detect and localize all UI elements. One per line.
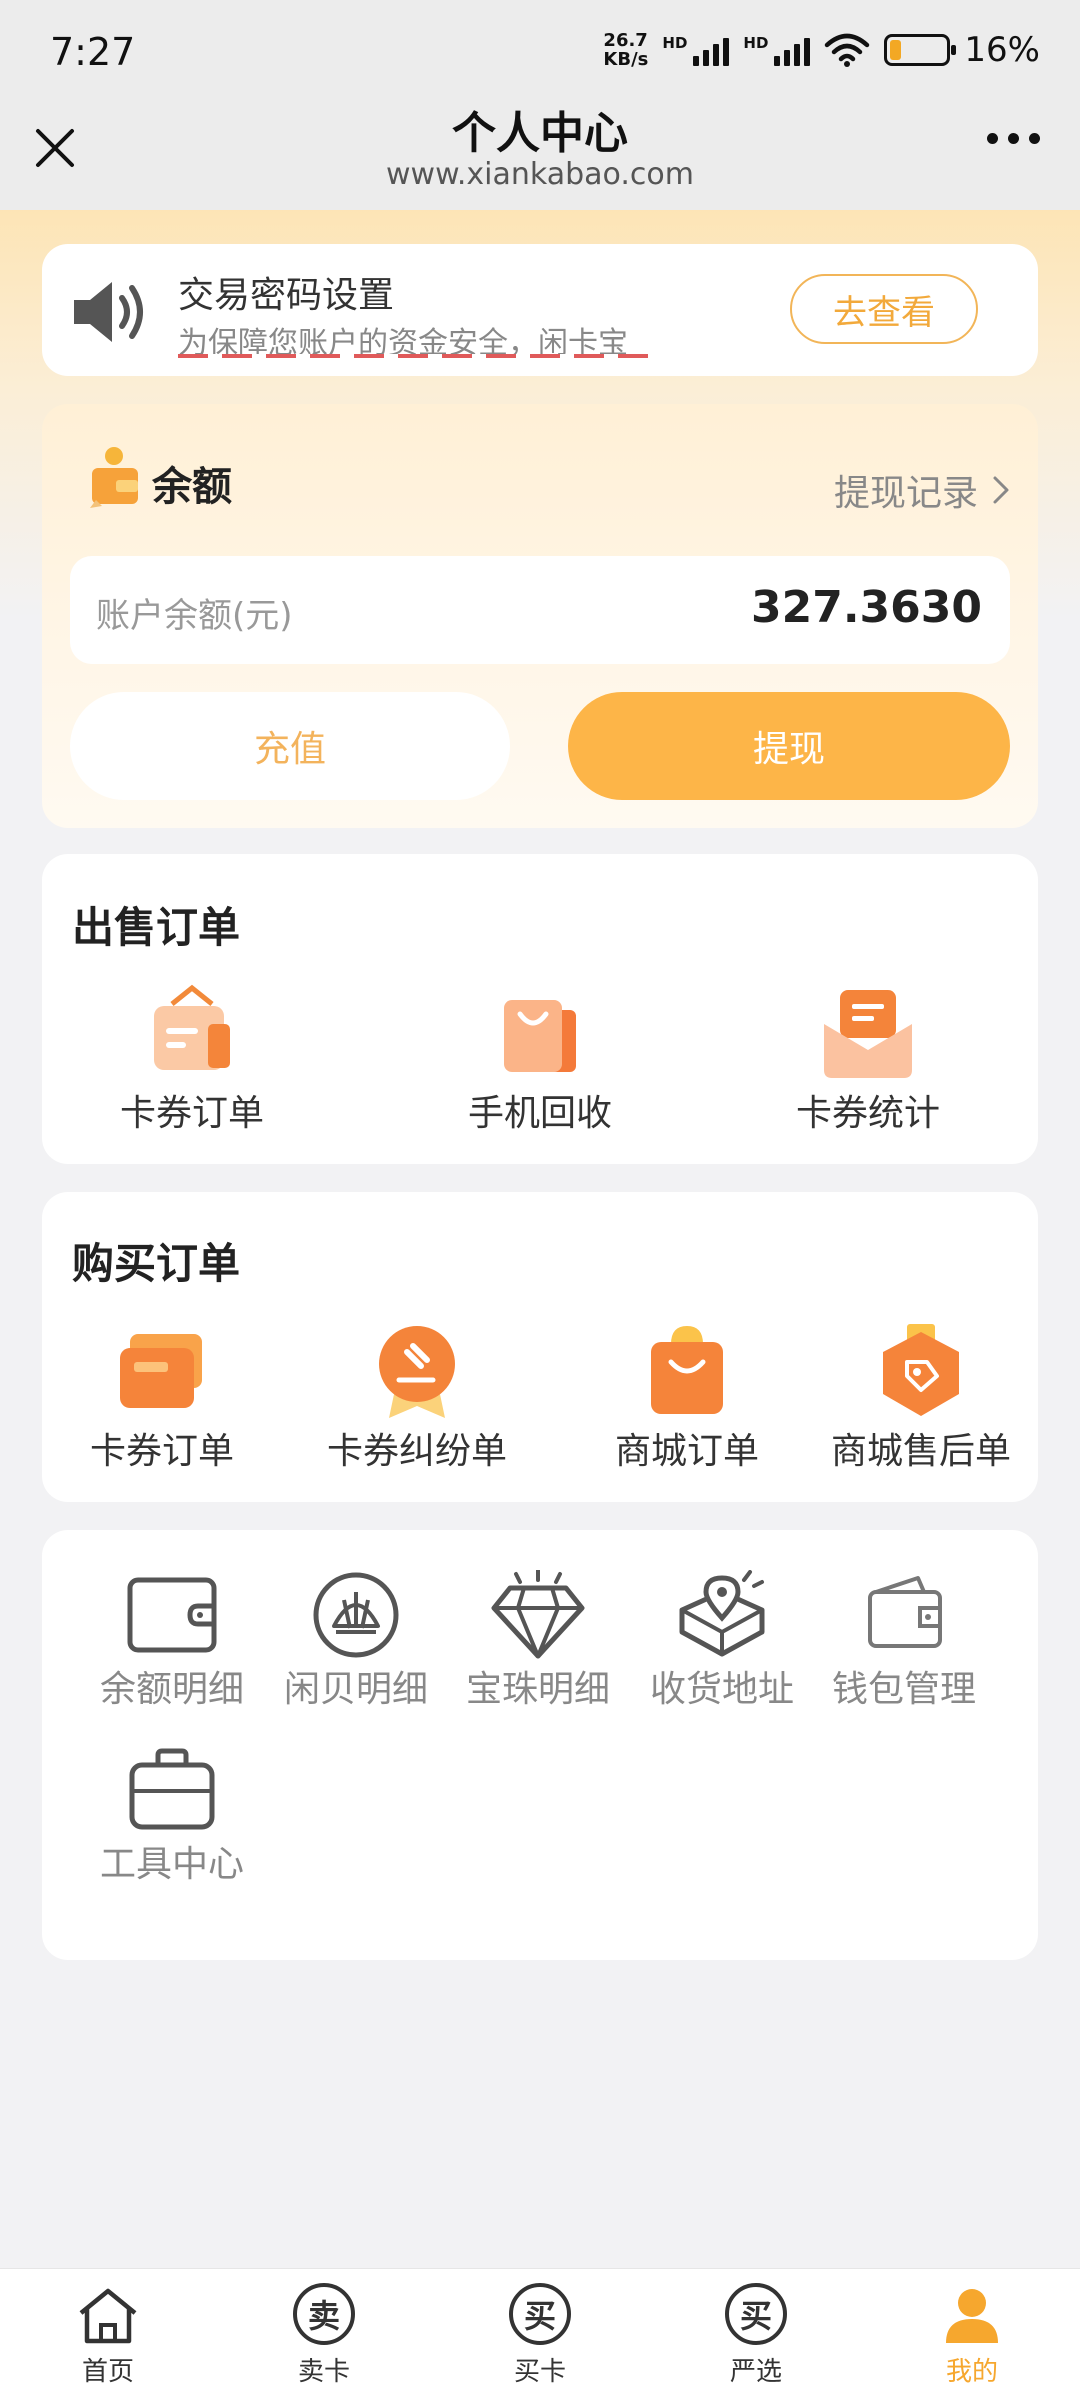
recharge-button[interactable]: 充值 (70, 692, 510, 800)
tab-home[interactable]: 首页 (0, 2269, 216, 2400)
tool-label: 闲贝明细 (283, 1669, 428, 1710)
battery-percent: 16% (964, 30, 1040, 70)
sell-item-label: 手机回收 (467, 1093, 612, 1134)
tool-shell-detail[interactable]: 闲贝明细 (266, 1570, 446, 1712)
location-box-icon (679, 1570, 765, 1657)
battery-icon (884, 34, 957, 66)
card-icon (120, 1334, 202, 1408)
tool-label: 收货地址 (649, 1669, 794, 1710)
selected-circle-icon: 买 (725, 2283, 787, 2345)
tag-badge-icon (883, 1324, 959, 1416)
home-icon (79, 2288, 137, 2344)
tool-tool-center[interactable]: 工具中心 (82, 1745, 262, 1887)
network-speed-value: 26.7 (603, 30, 648, 51)
buy-item-disputes[interactable]: 卡券纠纷单 (302, 1322, 532, 1474)
account-balance-field: 账户余额(元) 327.3630 (70, 556, 1010, 664)
sell-item-label: 卡券订单 (119, 1093, 264, 1134)
page-url: www.xiankabao.com (386, 157, 694, 192)
tool-label: 宝珠明细 (465, 1669, 610, 1710)
tab-label: 我的 (945, 2357, 998, 2387)
tab-label: 买卡 (513, 2357, 566, 2387)
buy-item-label: 商城售后单 (830, 1431, 1011, 1472)
tool-shipping-address[interactable]: 收货地址 (632, 1570, 812, 1712)
diamond-icon (491, 1570, 585, 1659)
signal-icon: HD (662, 34, 730, 66)
network-speed-unit: KB/s (603, 49, 649, 70)
nav-bar: 个人中心 www.xiankabao.com (0, 105, 1080, 210)
sell-orders-title: 出售订单 (72, 903, 241, 952)
shell-icon (313, 1572, 399, 1658)
balance-card: 余额 提现记录 账户余额(元) 327.3630 充值 提现 (42, 404, 1038, 828)
buy-orders-title: 购买订单 (72, 1239, 241, 1288)
tool-label: 工具中心 (99, 1844, 244, 1885)
notice-card: 交易密码设置 为保障您账户的资金安全，闲卡宝 去查看 (42, 244, 1038, 376)
tool-label: 余额明细 (99, 1669, 244, 1710)
tab-selected[interactable]: 买 严选 (648, 2269, 864, 2400)
gavel-badge-icon (379, 1326, 455, 1418)
hd-badge: HD (662, 34, 688, 52)
tool-label: 钱包管理 (831, 1669, 976, 1710)
tools-card: 余额明细 闲贝明细 宝珠明细 收货地址 钱包管理 工具中心 (42, 1530, 1038, 1960)
buy-orders-card: 购买订单 卡券订单 卡券纠纷单 商城订单 商城售后单 (42, 1192, 1038, 1502)
account-balance-label: 账户余额(元) (96, 596, 293, 636)
purse-icon (868, 1576, 942, 1648)
tool-balance-detail[interactable]: 余额明细 (82, 1570, 262, 1712)
withdraw-records-link[interactable]: 提现记录 (834, 464, 1010, 516)
buy-item-label: 卡券订单 (89, 1431, 234, 1472)
tab-sell-card[interactable]: 卖 卖卡 (216, 2269, 432, 2400)
user-icon (946, 2289, 998, 2343)
shopping-bag-icon (651, 1326, 723, 1414)
more-menu-button[interactable] (987, 133, 1040, 144)
sell-item-label: 卡券统计 (795, 1093, 940, 1134)
sell-circle-icon: 卖 (293, 2283, 355, 2345)
notice-title: 交易密码设置 (178, 275, 395, 316)
buy-item-card-orders[interactable]: 卡券订单 (57, 1322, 267, 1474)
wallet-icon (127, 1577, 217, 1653)
tool-pearl-detail[interactable]: 宝珠明细 (448, 1570, 628, 1712)
tab-label: 首页 (81, 2357, 134, 2387)
buy-item-mall-aftersale[interactable]: 商城售后单 (808, 1322, 1034, 1474)
withdraw-button[interactable]: 提现 (568, 692, 1010, 800)
status-bar: 7:27 26.7 KB/s HD HD 16% (0, 0, 1080, 105)
tab-label: 严选 (729, 2357, 782, 2387)
tool-wallet-management[interactable]: 钱包管理 (814, 1570, 994, 1712)
shopping-bag-icon (504, 1000, 576, 1072)
balance-title: 余额 (152, 464, 232, 510)
sell-item-card-stats[interactable]: 卡券统计 (768, 984, 968, 1136)
sell-orders-card: 出售订单 卡券订单 手机回收 卡券统计 (42, 854, 1038, 1164)
notice-desc: 为保障您账户的资金安全，闲卡宝 (178, 318, 718, 358)
tab-label: 卖卡 (297, 2357, 350, 2387)
account-balance-value: 327.3630 (750, 582, 982, 633)
chevron-right-icon (993, 476, 1009, 504)
bottom-tab-bar: 首页 卖 卖卡 买 买卡 买 严选 我的 (0, 2268, 1080, 2400)
wallet-coin-icon (90, 447, 138, 508)
buy-item-label: 商城订单 (614, 1431, 759, 1472)
speaker-icon (74, 282, 143, 342)
tab-buy-card[interactable]: 买 买卡 (432, 2269, 648, 2400)
tab-mine[interactable]: 我的 (864, 2269, 1080, 2400)
signal-icon-2: HD (743, 34, 811, 66)
buy-item-label: 卡券纠纷单 (326, 1431, 507, 1472)
envelope-icon (824, 990, 912, 1078)
network-speed: 26.7 KB/s (603, 31, 648, 69)
card-order-icon (154, 984, 230, 1070)
hd-badge-2: HD (743, 34, 769, 52)
buy-item-mall-orders[interactable]: 商城订单 (582, 1322, 792, 1474)
page-title: 个人中心 (452, 108, 628, 159)
wifi-icon (825, 33, 870, 67)
withdraw-records-label: 提现记录 (833, 473, 978, 514)
toolbox-icon (129, 1748, 215, 1830)
view-notice-button[interactable]: 去查看 (790, 274, 978, 344)
buy-circle-icon: 买 (509, 2283, 571, 2345)
status-time: 7:27 (50, 30, 136, 74)
sell-item-card-orders[interactable]: 卡券订单 (92, 984, 292, 1136)
sell-item-phone-recycle[interactable]: 手机回收 (440, 984, 640, 1136)
